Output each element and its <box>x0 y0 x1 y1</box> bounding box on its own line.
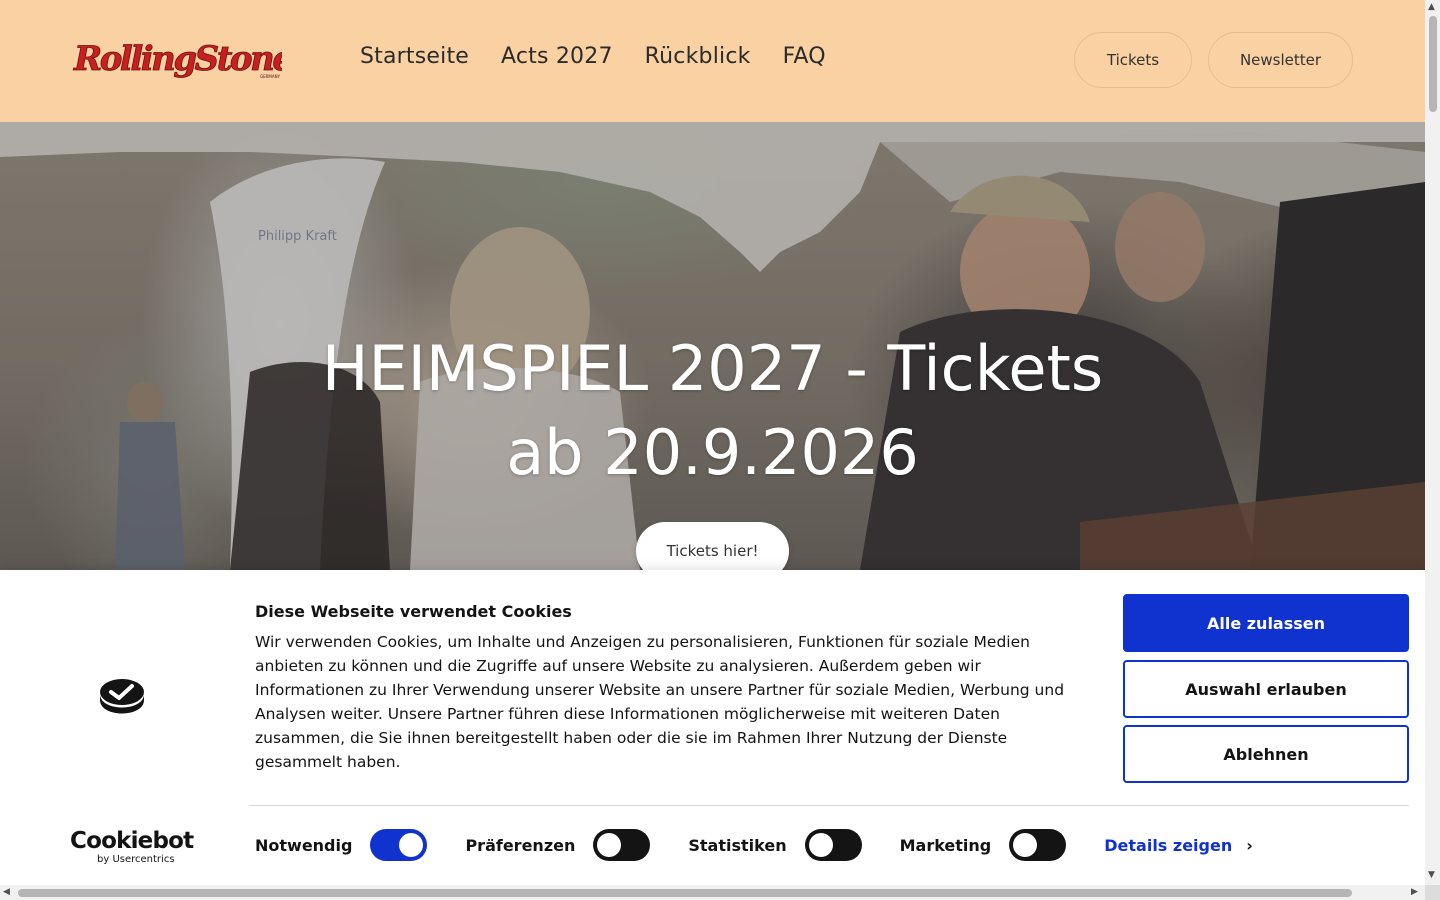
vertical-scrollbar[interactable]: ▲ ▼ <box>1425 0 1440 885</box>
hero-title-line-1: HEIMSPIEL 2027 - Tickets <box>321 332 1104 405</box>
vertical-scroll-thumb[interactable] <box>1429 16 1437 112</box>
toggle-group-necessary: Notwendig <box>255 829 428 861</box>
deny-button[interactable]: Ablehnen <box>1123 725 1409 783</box>
hero-title: HEIMSPIEL 2027 - Tickets ab 20.9.2026 <box>0 327 1425 495</box>
allow-all-button[interactable]: Alle zulassen <box>1123 594 1409 652</box>
toggle-label-preferences: Präferenzen <box>465 835 576 855</box>
svg-text:GERMANY: GERMANY <box>260 74 281 79</box>
nav-faq[interactable]: FAQ <box>783 44 826 69</box>
cookie-consent-banner: Diese Webseite verwendet Cookies Wir ver… <box>0 570 1425 885</box>
preferences-toggle[interactable] <box>593 829 651 861</box>
horizontal-scrollbar[interactable]: ◀ ▶ <box>0 885 1425 900</box>
show-details-link[interactable]: Details zeigen › <box>1104 836 1253 855</box>
scroll-left-arrow-icon[interactable]: ◀ <box>3 887 10 897</box>
cookie-title: Diese Webseite verwendet Cookies <box>255 602 572 621</box>
toggle-label-necessary: Notwendig <box>255 835 353 855</box>
scrollbar-corner <box>1425 885 1440 900</box>
chevron-right-icon: › <box>1246 835 1253 855</box>
toggle-group-marketing: Marketing <box>900 829 1067 861</box>
hero-title-line-2: ab 20.9.2026 <box>506 416 919 489</box>
cookie-description: Wir verwenden Cookies, um Inhalte und An… <box>255 633 1065 771</box>
nav-startseite[interactable]: Startseite <box>360 44 469 69</box>
toggle-group-statistics: Statistiken <box>688 829 862 861</box>
allow-selection-button[interactable]: Auswahl erlauben <box>1123 660 1409 718</box>
show-details-label: Details zeigen <box>1104 835 1233 855</box>
toggle-label-statistics: Statistiken <box>688 835 787 855</box>
hero-tickets-button[interactable]: Tickets hier! <box>636 522 789 570</box>
hero-section: Philipp Kraft HEIMSPIEL 2027 - Tickets a… <box>0 122 1425 570</box>
nav-rueckblick[interactable]: Rückblick <box>645 44 751 69</box>
scroll-right-arrow-icon[interactable]: ▶ <box>1411 887 1418 897</box>
cookie-shield-icon <box>98 678 146 720</box>
main-nav: Startseite Acts 2027 Rückblick FAQ <box>360 44 826 69</box>
cookiebot-byline: by Usercentrics <box>97 854 175 865</box>
marketing-toggle[interactable] <box>1009 829 1067 861</box>
statistics-toggle[interactable] <box>804 829 862 861</box>
svg-text:RollingStone: RollingStone <box>73 39 282 79</box>
necessary-toggle[interactable] <box>370 829 428 861</box>
horizontal-scroll-thumb[interactable] <box>18 889 1352 897</box>
cookiebot-logo[interactable]: Cookiebot by Usercentrics <box>70 828 194 866</box>
newsletter-button[interactable]: Newsletter <box>1208 32 1353 88</box>
rolling-stone-logo[interactable]: RollingStone GERMANY <box>72 38 282 82</box>
toggle-group-preferences: Präferenzen <box>465 829 651 861</box>
site-header: RollingStone GERMANY Startseite Acts 202… <box>0 0 1425 122</box>
toggle-label-marketing: Marketing <box>899 835 992 855</box>
cookie-divider <box>249 805 1409 806</box>
scroll-up-arrow-icon[interactable]: ▲ <box>1428 2 1435 12</box>
cookiebot-wordmark: Cookiebot <box>70 828 194 854</box>
scroll-down-arrow-icon[interactable]: ▼ <box>1428 870 1435 880</box>
tickets-button[interactable]: Tickets <box>1074 32 1192 88</box>
cookie-category-toggles: Notwendig Präferenzen Statistiken Market… <box>255 828 1253 862</box>
nav-acts-2027[interactable]: Acts 2027 <box>501 44 613 69</box>
